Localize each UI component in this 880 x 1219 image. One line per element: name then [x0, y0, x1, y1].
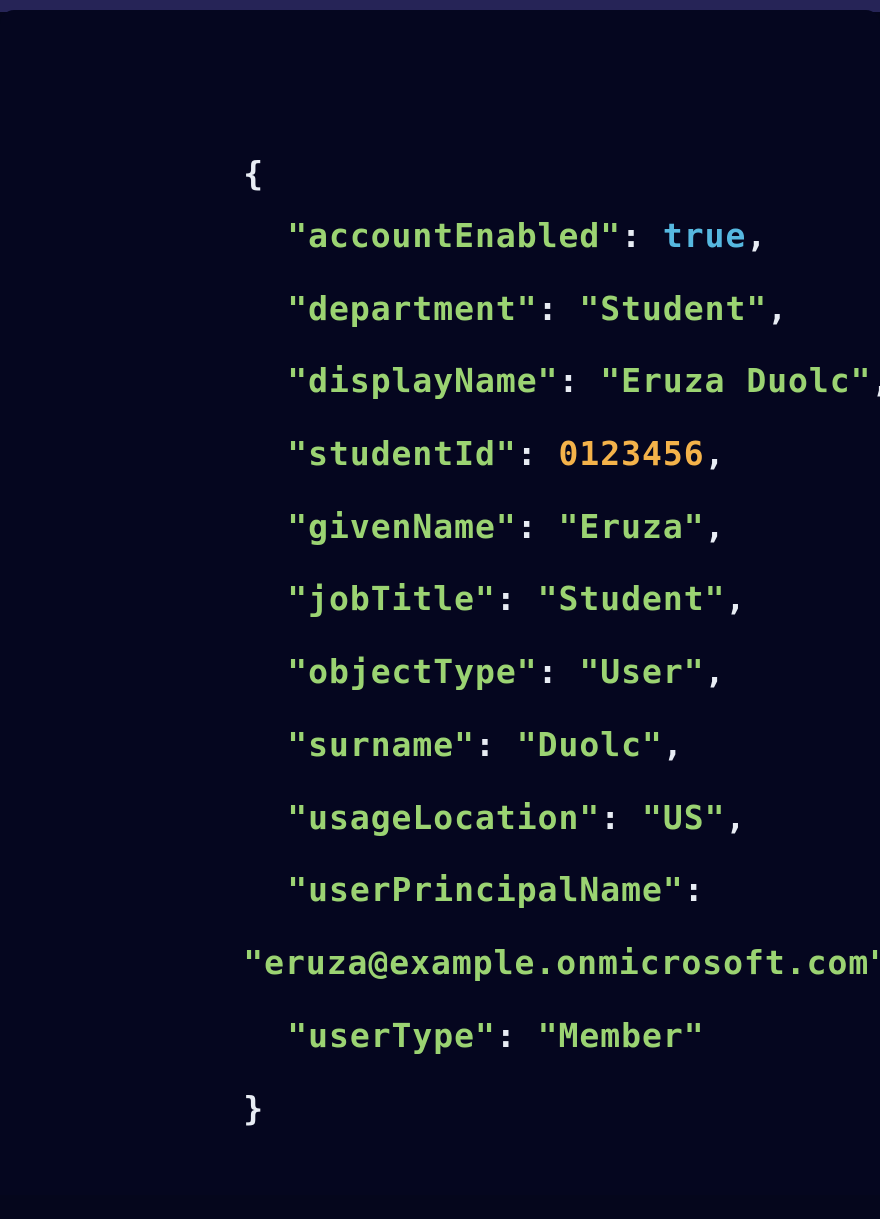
code-line-given-name: "givenName": "Eruza",: [162, 458, 725, 546]
code-block: { "accountEnabled": true, "department": …: [0, 10, 880, 1219]
json-key: "userType": [287, 1016, 496, 1055]
code-line-surname: "surname": "Duolc",: [162, 676, 684, 764]
code-line-usage-location: "usageLocation": "US",: [162, 749, 746, 837]
code-line-user-principal-name-key: "userPrincipalName":: [162, 821, 705, 909]
code-line-student-id: "studentId": 0123456,: [162, 385, 725, 473]
json-comma: ,: [725, 798, 747, 837]
code-line-job-title: "jobTitle": "Student",: [162, 530, 746, 618]
open-brace-line: {: [118, 105, 264, 193]
code-line-display-name: "displayName": "Eruza Duolc",: [162, 312, 880, 400]
close-brace-line: }: [118, 1040, 264, 1128]
json-comma: ,: [725, 579, 747, 618]
code-line-user-principal-name-value: "eruza@example.onmicrosoft.com",: [118, 894, 880, 982]
json-comma: ,: [872, 361, 880, 400]
code-panel: { "accountEnabled": true, "department": …: [0, 10, 880, 1195]
code-line-department: "department": "Student",: [162, 240, 788, 328]
code-line-object-type: "objectType": "User",: [162, 603, 725, 691]
json-value-string: "Member": [537, 1016, 705, 1055]
code-line-user-type: "userType": "Member": [162, 967, 705, 1055]
json-comma: ,: [704, 652, 726, 691]
close-brace: }: [243, 1089, 265, 1128]
code-line-account-enabled: "accountEnabled": true,: [162, 167, 767, 255]
json-separator: :: [495, 1016, 538, 1055]
